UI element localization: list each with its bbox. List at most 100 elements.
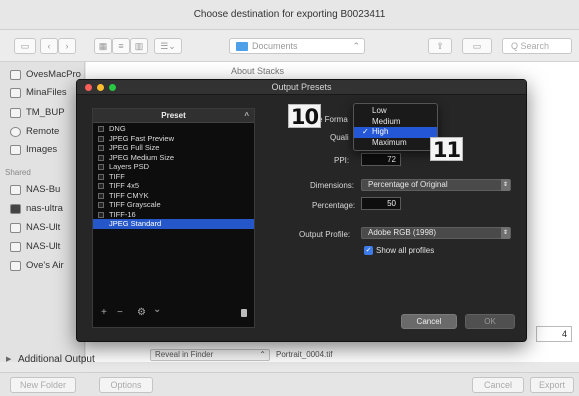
quality-option-label: High bbox=[372, 127, 389, 136]
tag-button[interactable]: ▭ bbox=[462, 38, 492, 54]
preset-row-jpeg-standard[interactable]: JPEG Standard bbox=[93, 219, 254, 229]
preset-row-dng[interactable]: DNG bbox=[93, 124, 254, 134]
annotation-badge-11: 11 bbox=[430, 137, 463, 162]
preset-row-tiff-grayscale[interactable]: TIFF Grayscale bbox=[93, 200, 254, 210]
preset-list: DNG JPEG Fast Preview JPEG Full Size JPE… bbox=[93, 124, 254, 229]
export-button[interactable]: Export bbox=[530, 377, 574, 393]
gear-icon[interactable]: ⚙ bbox=[137, 307, 146, 318]
zoom-window-icon[interactable] bbox=[109, 84, 116, 91]
quality-option-medium[interactable]: Medium bbox=[354, 117, 437, 128]
preset-checkbox[interactable] bbox=[98, 173, 104, 180]
output-profile-popup[interactable]: Adobe RGB (1998) ⇕ bbox=[361, 227, 511, 239]
preset-tools: + − ⚙ ⌄ bbox=[93, 299, 254, 327]
sidebar-item-label: Remote bbox=[26, 126, 60, 137]
quality-option-low[interactable]: Low bbox=[354, 106, 437, 117]
dimensions-label: Dimensions: bbox=[310, 181, 355, 190]
preset-checkbox[interactable] bbox=[98, 126, 104, 132]
window-title: Output Presets bbox=[77, 80, 526, 95]
chevron-down-icon[interactable]: ⌄ bbox=[153, 304, 161, 315]
forward-button[interactable]: › bbox=[58, 38, 76, 54]
quality-option-high[interactable]: ✓ High bbox=[354, 127, 437, 138]
search-input[interactable]: Q Search bbox=[502, 38, 572, 54]
preset-label: TIFF CMYK bbox=[109, 190, 149, 200]
column-view-button[interactable]: ▥ bbox=[130, 38, 148, 54]
quality-option-maximum[interactable]: Maximum bbox=[354, 138, 437, 149]
preset-checkbox[interactable] bbox=[98, 211, 104, 218]
sidebar-item-minafiles[interactable]: MinaFiles bbox=[10, 85, 67, 101]
save-dialog-title: Choose destination for exporting B002341… bbox=[0, 0, 579, 30]
preset-checkbox[interactable] bbox=[98, 154, 104, 161]
preset-list-header[interactable]: Preset ^ bbox=[93, 109, 254, 123]
trash-icon[interactable] bbox=[241, 309, 247, 317]
preset-row-layers-psd[interactable]: Layers PSD bbox=[93, 162, 254, 172]
checkmark-icon: ✓ bbox=[364, 246, 373, 255]
preset-row-tiff[interactable]: TIFF bbox=[93, 172, 254, 182]
sidebar-item-nas-bu[interactable]: NAS-Bu bbox=[10, 182, 60, 198]
show-all-profiles-label: Show all profiles bbox=[376, 246, 435, 255]
sidebar-item-oves-air[interactable]: Ove's Air bbox=[10, 258, 64, 274]
percentage-field[interactable]: 50 bbox=[361, 197, 401, 210]
sidebar-item-remote[interactable]: Remote bbox=[10, 124, 59, 140]
sidebar-item-ovesmacpro[interactable]: OvesMacPro bbox=[10, 67, 81, 83]
preset-row-jpeg-fast-preview[interactable]: JPEG Fast Preview bbox=[93, 134, 254, 144]
preset-checkbox[interactable] bbox=[98, 183, 104, 189]
dimensions-value: Percentage of Original bbox=[368, 180, 448, 189]
preset-row-jpeg-full-size[interactable]: JPEG Full Size bbox=[93, 143, 254, 153]
sidebar-toggle-button[interactable]: ▭ bbox=[14, 38, 36, 54]
ppi-field[interactable]: 72 bbox=[361, 153, 401, 166]
sidebar-item-nas-ultra[interactable]: nas-ultra bbox=[10, 201, 63, 217]
chevron-updown-icon: ⌃ bbox=[259, 350, 266, 359]
sidebar-item-label: NAS-Bu bbox=[26, 184, 61, 195]
add-preset-button[interactable]: + bbox=[101, 307, 107, 318]
preset-row-tiff-cmyk[interactable]: TIFF CMYK bbox=[93, 191, 254, 201]
server-icon bbox=[10, 204, 21, 214]
drive-icon bbox=[10, 108, 21, 118]
reveal-popup[interactable]: Reveal in Finder ⌃ bbox=[150, 349, 270, 361]
dimensions-popup[interactable]: Percentage of Original ⇕ bbox=[361, 179, 511, 191]
chevron-updown-icon: ⇕ bbox=[501, 227, 510, 239]
preset-label: JPEG Medium Size bbox=[109, 152, 175, 162]
preset-checkbox[interactable] bbox=[98, 145, 104, 151]
preset-header-label: Preset bbox=[161, 111, 186, 120]
folder-icon bbox=[236, 42, 248, 51]
remote-disc-icon bbox=[10, 127, 21, 137]
additional-output-disclosure[interactable]: ▶ Additional Output bbox=[6, 354, 95, 365]
sidebar-item-label: MinaFiles bbox=[26, 87, 67, 98]
preset-checkbox[interactable] bbox=[98, 164, 104, 170]
preset-checkbox[interactable] bbox=[98, 202, 104, 208]
sidebar-item-nas-ult-2[interactable]: NAS-Ult bbox=[10, 239, 60, 255]
sidebar-item-label: nas-ultra bbox=[26, 203, 63, 214]
show-all-profiles-checkbox[interactable]: ✓ Show all profiles bbox=[364, 246, 434, 256]
number-field[interactable]: 4 bbox=[536, 326, 572, 342]
computer-icon bbox=[10, 70, 21, 80]
new-folder-button[interactable]: New Folder bbox=[10, 377, 76, 393]
preset-row-jpeg-medium-size[interactable]: JPEG Medium Size bbox=[93, 153, 254, 163]
close-window-icon[interactable] bbox=[85, 84, 92, 91]
share-button[interactable]: ⇪ bbox=[428, 38, 452, 54]
options-button[interactable]: Options bbox=[99, 377, 153, 393]
sidebar-item-images[interactable]: Images bbox=[10, 142, 57, 158]
save-dialog-toolbar: ▭ ‹ › ▦ ≡ ▥ ☰⌄ Documents ⌃ ⇪ ▭ Q Search bbox=[0, 30, 579, 62]
group-by-button[interactable]: ☰⌄ bbox=[154, 38, 182, 54]
laptop-icon bbox=[10, 261, 21, 271]
cancel-button[interactable]: Cancel bbox=[472, 377, 524, 393]
reveal-popup-label: Reveal in Finder bbox=[155, 350, 214, 359]
preset-row-tiff-16[interactable]: TIFF-16 bbox=[93, 210, 254, 220]
location-popup[interactable]: Documents ⌃ bbox=[229, 38, 365, 54]
preset-checkbox[interactable] bbox=[98, 192, 104, 199]
back-button[interactable]: ‹ bbox=[40, 38, 58, 54]
list-view-button[interactable]: ≡ bbox=[112, 38, 130, 54]
preset-row-tiff-4x5[interactable]: TIFF 4x5 bbox=[93, 181, 254, 191]
file-item[interactable]: About Stacks bbox=[231, 66, 284, 76]
preset-checkbox[interactable] bbox=[98, 135, 104, 142]
cancel-button[interactable]: Cancel bbox=[401, 314, 457, 329]
remove-preset-button[interactable]: − bbox=[117, 307, 123, 318]
icon-view-button[interactable]: ▦ bbox=[94, 38, 112, 54]
sidebar-item-nas-ult-1[interactable]: NAS-Ult bbox=[10, 220, 60, 236]
preset-label: Layers PSD bbox=[109, 162, 150, 171]
additional-output-label: Additional Output bbox=[18, 354, 95, 365]
sidebar-item-tm-bup[interactable]: TM_BUP bbox=[10, 105, 65, 121]
preset-label: JPEG Standard bbox=[109, 219, 162, 228]
minimize-window-icon[interactable] bbox=[97, 84, 104, 91]
ok-button[interactable]: OK bbox=[465, 314, 515, 329]
